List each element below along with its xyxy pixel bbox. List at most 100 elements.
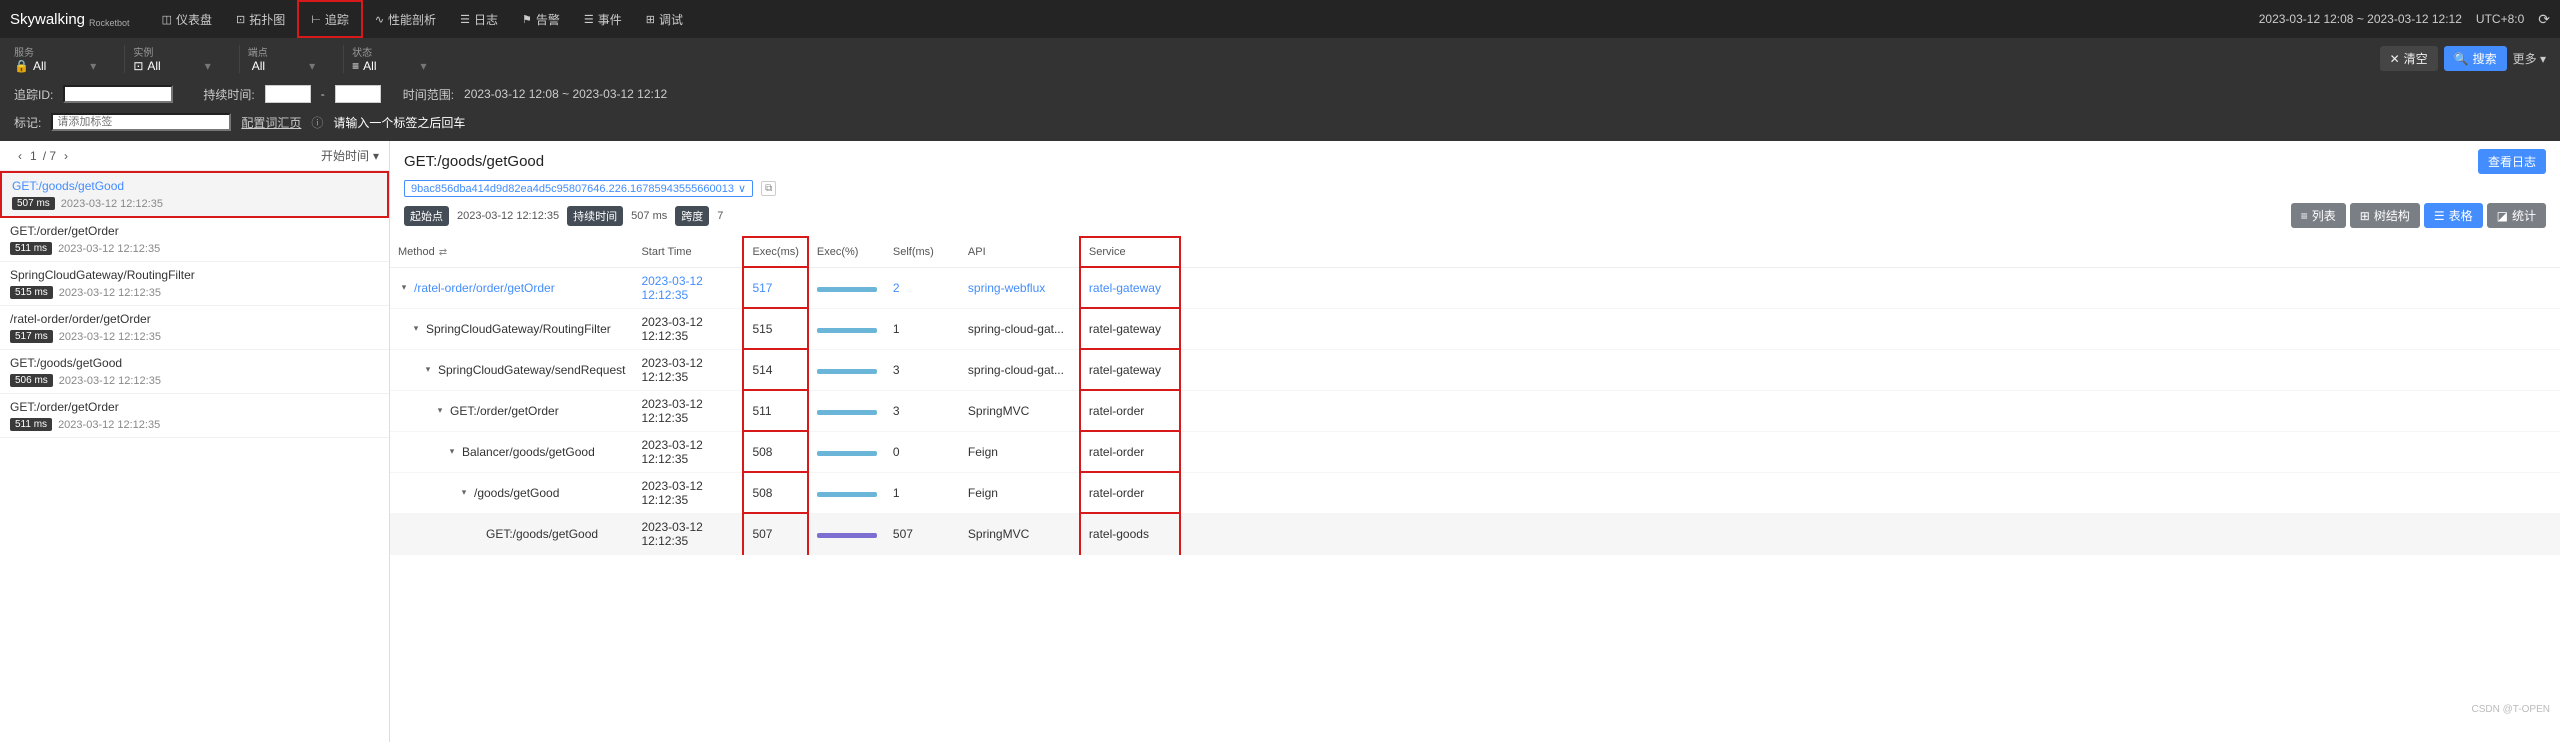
swap-icon[interactable]: ⇄ — [439, 247, 447, 258]
pager: ‹ 1 / 7 › 开始时间 ▾ — [0, 141, 389, 171]
nav-告警[interactable]: ⚑告警 — [510, 0, 572, 38]
chevron-down-icon: ▾ — [205, 59, 211, 73]
total-pages: / 7 — [43, 149, 56, 163]
span-exec: 517 — [743, 267, 807, 308]
view-tree-button[interactable]: ⊞ 树结构 — [2350, 203, 2420, 228]
span-execp — [808, 267, 885, 308]
span-api: Feign — [960, 431, 1080, 472]
toggle-icon[interactable]: ▾ — [422, 364, 434, 375]
nav-icon: ⊡ — [236, 13, 245, 26]
filter-实例[interactable]: 实例⊡ All▾ — [133, 44, 210, 73]
trace-item[interactable]: GET:/goods/getGood 507 ms 2023-03-12 12:12… — [0, 171, 389, 218]
filter-状态[interactable]: 状态≡ All▾ — [352, 44, 426, 73]
duration-badge: 511 ms — [10, 242, 52, 255]
toggle-icon[interactable]: ▾ — [434, 405, 446, 416]
toggle-icon[interactable]: ▾ — [458, 487, 470, 498]
search-button[interactable]: 🔍 搜索 — [2444, 46, 2507, 71]
trace-name: GET:/goods/getGood — [12, 179, 377, 193]
trace-name: SpringCloudGateway/RoutingFilter — [10, 268, 379, 282]
span-table: Method⇄ Start Time Exec(ms) Exec(%) Self… — [390, 236, 2560, 555]
toggle-icon[interactable]: ▾ — [410, 323, 422, 334]
trace-item[interactable]: GET:/order/getOrder511 ms2023-03-12 12:1… — [0, 394, 389, 438]
timezone[interactable]: UTC+8:0 — [2476, 12, 2524, 26]
filter-icon: 🔒 — [14, 59, 29, 73]
filter-icon: ≡ — [352, 59, 359, 73]
span-service: ratel-order — [1080, 431, 1180, 472]
tag-input[interactable] — [51, 113, 231, 131]
col-exec: Exec(ms) — [743, 237, 807, 267]
more-button[interactable]: 更多 ▾ — [2513, 50, 2546, 67]
view-list-button[interactable]: ≡ 列表 — [2291, 203, 2346, 228]
trace-item[interactable]: SpringCloudGateway/RoutingFilter 515 ms 20… — [0, 262, 389, 306]
tag-label: 标记: — [14, 114, 41, 131]
sort-dropdown[interactable]: 开始时间 ▾ — [321, 147, 379, 164]
trace-timestamp: 2023-03-12 12:12:35 — [61, 198, 163, 210]
trace-timestamp: 2023-03-12 12:12:35 — [59, 287, 161, 299]
span-execp — [808, 431, 885, 472]
span-row[interactable]: ▾GET:/order/getOrder2023-03-12 12:12:355… — [390, 390, 2560, 431]
traceid-label: 追踪ID: — [14, 86, 53, 103]
nav-icon: ∿ — [375, 13, 384, 26]
span-service: ratel-goods — [1080, 513, 1180, 554]
nav-仪表盘[interactable]: ◫仪表盘 — [150, 0, 224, 38]
span-exec: 511 — [743, 390, 807, 431]
duration-max-input[interactable] — [335, 85, 381, 103]
span-row[interactable]: ▾SpringCloudGateway/RoutingFilter2023-03… — [390, 308, 2560, 349]
help-icon[interactable]: ⓘ — [311, 114, 323, 131]
prev-page[interactable]: ‹ — [10, 149, 30, 163]
filter-端点[interactable]: 端点 All▾ — [248, 44, 315, 73]
span-row[interactable]: GET:/goods/getGood2023-03-12 12:12:35507… — [390, 513, 2560, 554]
trace-name: GET:/order/getOrder — [10, 224, 379, 238]
duration-label: 持续时间: — [203, 86, 254, 103]
toggle-icon[interactable]: ▾ — [446, 446, 458, 457]
duration-min-input[interactable] — [265, 85, 311, 103]
traceid-select[interactable]: 9bac856dba414d9d82ea4d5c95807646.226.167… — [404, 180, 753, 197]
vocab-link[interactable]: 配置词汇页 — [241, 114, 301, 131]
span-method: SpringCloudGateway/sendRequest — [438, 363, 625, 377]
nav-追踪[interactable]: ⊢追踪 — [297, 0, 363, 38]
span-exec: 507 — [743, 513, 807, 554]
span-api: Feign — [960, 472, 1080, 513]
timerange-value[interactable]: 2023-03-12 12:08 ~ 2023-03-12 12:12 — [464, 87, 667, 101]
clear-button[interactable]: ✕ 清空 — [2380, 46, 2438, 71]
view-log-button[interactable]: 查看日志 — [2478, 149, 2546, 174]
trace-item[interactable]: /ratel-order/order/getOrder517 ms2023-03… — [0, 306, 389, 350]
span-row[interactable]: ▾SpringCloudGateway/sendRequest2023-03-1… — [390, 349, 2560, 390]
nav-icon: ⚑ — [522, 13, 532, 26]
toggle-icon[interactable]: ▾ — [398, 282, 410, 293]
filter-bar: 服务🔒 All▾ 实例⊡ All▾ 端点 All▾ 状态≡ All▾ ✕ 清空 🔍 搜… — [0, 38, 2560, 79]
nav-性能剖析[interactable]: ∿性能剖析 — [363, 0, 448, 38]
nav-icon: ⊞ — [646, 13, 655, 26]
span-row[interactable]: ▾Balancer/goods/getGood2023-03-12 12:12:… — [390, 431, 2560, 472]
view-stat-button[interactable]: ◪ 统计 — [2487, 203, 2546, 228]
filter-服务[interactable]: 服务🔒 All▾ — [14, 44, 96, 73]
span-method: SpringCloudGateway/RoutingFilter — [426, 322, 611, 336]
chevron-down-icon: ▾ — [309, 59, 315, 73]
span-service: ratel-gateway — [1080, 308, 1180, 349]
span-row[interactable]: ▾/ratel-order/order/getOrder2023-03-12 1… — [390, 267, 2560, 308]
col-api: API — [960, 237, 1080, 267]
view-table-button[interactable]: ☰ 表格 — [2424, 203, 2483, 228]
trace-item[interactable]: GET:/order/getOrder511 ms2023-03-12 12:1… — [0, 218, 389, 262]
nav-日志[interactable]: ☰日志 — [448, 0, 510, 38]
traceid-input[interactable] — [63, 85, 173, 103]
col-start: Start Time — [633, 237, 743, 267]
trace-item[interactable]: GET:/goods/getGood506 ms2023-03-12 12:12… — [0, 350, 389, 394]
trace-timestamp: 2023-03-12 12:12:35 — [59, 331, 161, 343]
refresh-icon[interactable]: ⟳ — [2538, 11, 2550, 28]
nav-拓扑图[interactable]: ⊡拓扑图 — [224, 0, 297, 38]
nav-调试[interactable]: ⊞调试 — [634, 0, 695, 38]
span-exec: 514 — [743, 349, 807, 390]
duration-badge: 507 ms — [12, 197, 55, 210]
span-execp — [808, 349, 885, 390]
nav-事件[interactable]: ☰事件 — [572, 0, 634, 38]
next-page[interactable]: › — [56, 149, 76, 163]
duration-badge: 515 ms — [10, 286, 53, 299]
nav-icon: ◫ — [162, 13, 172, 26]
span-row[interactable]: ▾/goods/getGood2023-03-12 12:12:355081Fe… — [390, 472, 2560, 513]
span-start: 2023-03-12 12:12:35 — [633, 431, 743, 472]
duration-badge: 517 ms — [10, 330, 53, 343]
time-range[interactable]: 2023-03-12 12:08 ~ 2023-03-12 12:12 — [2259, 12, 2462, 26]
copy-icon[interactable]: ⧉ — [761, 181, 776, 196]
filter-bar-2: 追踪ID: 持续时间: - 时间范围: 2023-03-12 12:08 ~ 2… — [0, 79, 2560, 113]
